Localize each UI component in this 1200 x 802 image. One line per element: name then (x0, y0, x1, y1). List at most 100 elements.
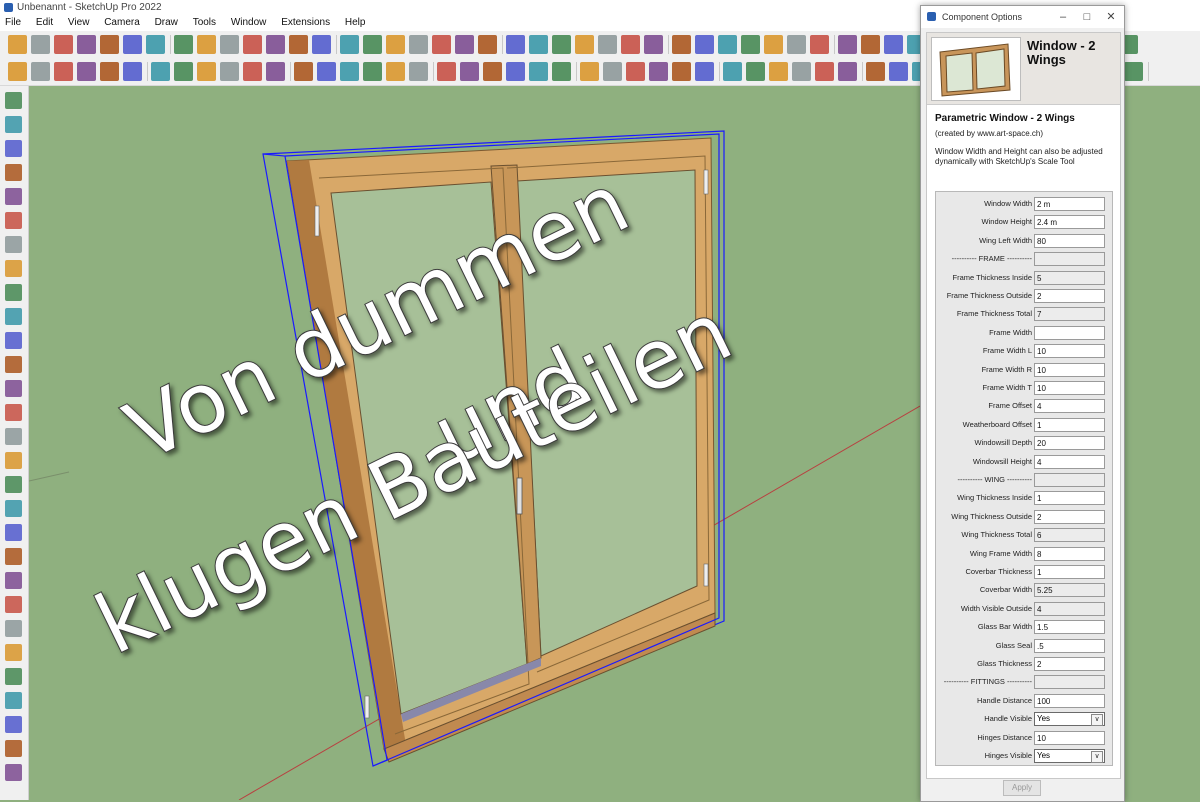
rectangle-icon[interactable] (626, 62, 645, 81)
option-input[interactable]: 10 (1034, 362, 1105, 377)
option-input[interactable]: 1.5 (1034, 620, 1105, 635)
rectangle-icon[interactable] (123, 62, 142, 81)
walk-icon[interactable] (5, 476, 22, 493)
push-pull-icon[interactable] (695, 35, 714, 54)
eraser-icon[interactable] (529, 62, 548, 81)
push-pull-icon[interactable] (695, 62, 714, 81)
rectangle-icon[interactable] (5, 644, 22, 661)
eraser-icon[interactable] (31, 35, 50, 54)
model-viewport[interactable] (29, 86, 920, 800)
option-input[interactable]: 1 (1034, 491, 1105, 506)
pan-icon[interactable] (5, 428, 22, 445)
circle-icon[interactable] (146, 35, 165, 54)
push-pull-icon[interactable] (5, 212, 22, 229)
arc-icon[interactable] (100, 35, 119, 54)
rotate-icon[interactable] (746, 62, 765, 81)
option-input[interactable] (1034, 325, 1105, 340)
text-icon[interactable] (838, 62, 857, 81)
select-icon[interactable] (506, 62, 525, 81)
text-icon[interactable] (340, 62, 359, 81)
rotate-icon[interactable] (5, 764, 22, 781)
eraser-icon[interactable] (529, 35, 548, 54)
circle-icon[interactable] (5, 164, 22, 181)
paint-icon[interactable] (5, 572, 22, 589)
option-select[interactable]: Yes ∨ (1034, 749, 1105, 763)
axes-icon[interactable] (363, 62, 382, 81)
menu-file[interactable]: File (0, 15, 27, 31)
menu-edit[interactable]: Edit (30, 15, 59, 31)
offset-icon[interactable] (289, 35, 308, 54)
window-handle[interactable] (516, 477, 523, 515)
line-icon[interactable] (575, 35, 594, 54)
polygon-icon[interactable] (5, 188, 22, 205)
walk-icon[interactable] (460, 62, 479, 81)
option-input[interactable]: 2 m (1034, 197, 1105, 211)
arc-icon[interactable] (5, 620, 22, 637)
arc-icon[interactable] (598, 35, 617, 54)
rectangle-icon[interactable] (5, 140, 22, 157)
menu-draw[interactable]: Draw (149, 15, 184, 31)
option-input[interactable]: 1 (1034, 565, 1105, 579)
chevron-down-icon[interactable]: ∨ (1091, 714, 1103, 727)
paint-icon[interactable] (54, 35, 73, 54)
circle-icon[interactable] (5, 668, 22, 685)
rectangle-icon[interactable] (621, 35, 640, 54)
line-icon[interactable] (77, 62, 96, 81)
arc-icon[interactable] (100, 62, 119, 81)
tape-measure-icon[interactable] (317, 62, 336, 81)
close-icon[interactable]: ✕ (1099, 6, 1123, 28)
polygon-icon[interactable] (672, 35, 691, 54)
offset-icon[interactable] (294, 62, 313, 81)
option-input[interactable]: .5 (1034, 638, 1105, 653)
rectangle-icon[interactable] (1124, 62, 1143, 81)
offset-icon[interactable] (787, 35, 806, 54)
option-input[interactable]: 2 (1034, 509, 1105, 524)
line-icon[interactable] (5, 92, 22, 109)
chevron-down-icon[interactable]: ∨ (1091, 751, 1103, 763)
polygon-icon[interactable] (174, 62, 193, 81)
select-icon[interactable] (8, 35, 27, 54)
circle-icon[interactable] (644, 35, 663, 54)
scale-icon[interactable] (764, 35, 783, 54)
paint-icon[interactable] (552, 62, 571, 81)
move-icon[interactable] (220, 35, 239, 54)
select-icon[interactable] (8, 62, 27, 81)
offset-icon[interactable] (5, 308, 22, 325)
section-icon[interactable] (478, 35, 497, 54)
circle-icon[interactable] (151, 62, 170, 81)
zoom-icon[interactable] (5, 452, 22, 469)
text-icon[interactable] (5, 356, 22, 373)
select-icon[interactable] (5, 524, 22, 541)
line-icon[interactable] (580, 62, 599, 81)
option-input[interactable]: 1 (1034, 417, 1105, 432)
menu-tools[interactable]: Tools (187, 15, 222, 31)
option-input[interactable]: 20 (1034, 436, 1105, 451)
move-icon[interactable] (718, 35, 737, 54)
walk-icon[interactable] (455, 35, 474, 54)
minimize-icon[interactable]: – (1051, 6, 1075, 28)
section-icon[interactable] (483, 62, 502, 81)
push-pull-icon[interactable] (5, 716, 22, 733)
scale-icon[interactable] (266, 62, 285, 81)
option-input[interactable]: 2 (1034, 657, 1105, 671)
pan-icon[interactable] (409, 35, 428, 54)
dialog-titlebar[interactable]: Component Options – □ ✕ (921, 6, 1124, 28)
polygon-icon[interactable] (5, 692, 22, 709)
line-icon[interactable] (5, 596, 22, 613)
eraser-icon[interactable] (5, 548, 22, 565)
menu-window[interactable]: Window (225, 15, 273, 31)
apply-button[interactable]: Apply (1003, 780, 1041, 796)
rotate-icon[interactable] (243, 35, 262, 54)
axes-icon[interactable] (363, 35, 382, 54)
zoom-icon[interactable] (437, 62, 456, 81)
menu-extensions[interactable]: Extensions (275, 15, 336, 31)
paint-icon[interactable] (552, 35, 571, 54)
option-input[interactable]: 8 (1034, 546, 1105, 561)
rotate-icon[interactable] (5, 260, 22, 277)
orbit-icon[interactable] (386, 35, 405, 54)
rotate-icon[interactable] (243, 62, 262, 81)
rotate-icon[interactable] (741, 35, 760, 54)
paint-icon[interactable] (54, 62, 73, 81)
text-icon[interactable] (838, 35, 857, 54)
rectangle-icon[interactable] (123, 35, 142, 54)
